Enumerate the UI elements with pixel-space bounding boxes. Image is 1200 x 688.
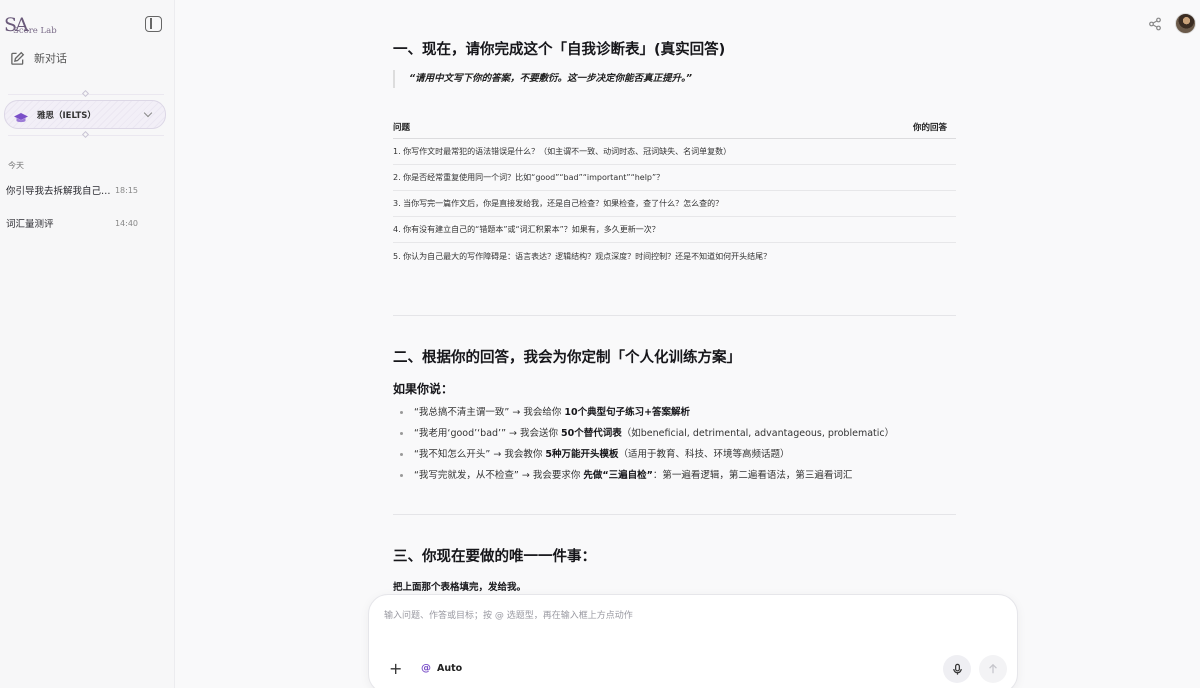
logo-text: Score Lab [13, 26, 57, 36]
table-row: 2. 你是否经常重复使用同一个词？比如“good”“bad”“important… [393, 165, 956, 191]
table-header: 问题 你的回答 [393, 115, 956, 139]
graduation-cap-icon [13, 109, 29, 122]
section-heading: 一、现在，请你完成这个「自我诊断表」(真实回答) [393, 42, 726, 58]
history-item-time: 18:15 [114, 185, 138, 195]
history-item-title: 你引导我去拆解我自己写作的问题 [6, 186, 115, 197]
arrow-up-icon [989, 663, 997, 674]
list-item-text: （适用于教育、科技、环境等高频话题） [618, 449, 790, 460]
list-item-bold: 5种万能开头模板 [545, 449, 619, 460]
share-icon[interactable] [1148, 16, 1162, 31]
microphone-button[interactable] [943, 655, 971, 683]
new-chat-button[interactable]: 新对话 [10, 50, 67, 66]
user-avatar[interactable] [1175, 13, 1196, 34]
list-item-bold: 先做“三遍自检” [583, 470, 653, 481]
list-item-bold: 10个典型句子练习+答案解析 [564, 407, 691, 418]
subject-label: 雅思（IELTS） [37, 110, 96, 121]
list-item-text: “我写完就发，从不检查” → 我会要求你 [414, 470, 584, 481]
subheading: 如果你说： [393, 382, 454, 396]
chevron-down-icon [143, 108, 153, 118]
list-item: “我老用‘good’‘bad’” → 我会送你 50个替代词表（如benefic… [393, 423, 956, 444]
history-item-time: 14:40 [114, 218, 138, 228]
history-group-today: 今天 [8, 161, 24, 170]
blockquote: “请用中文写下你的答案，不要敷衍。这一步决定你能否真正提升。” [393, 70, 956, 88]
diamond-ornament-icon [81, 89, 90, 98]
section-heading: 二、根据你的回答，我会为你定制「个人化训练方案」 [393, 350, 741, 366]
column-header-question: 问题 [393, 122, 411, 133]
score-lab-logo[interactable]: SA Score Lab [4, 14, 64, 38]
diagnosis-table: 问题 你的回答 1. 你写作文时最常犯的语法错误是什么？（如主谓不一致、动词时态… [393, 115, 956, 269]
list-item: “我写完就发，从不检查” → 我会要求你 先做“三遍自检”：第一遍看逻辑，第二遍… [393, 465, 956, 486]
history-item[interactable]: 你引导我去拆解我自己写作的问题 18:15 [6, 180, 166, 200]
edit-icon [10, 51, 25, 66]
list-item-bold: 50个替代词表 [561, 428, 622, 439]
table-row: 1. 你写作文时最常犯的语法错误是什么？（如主谓不一致、动词时态、冠词缺失、名词… [393, 139, 956, 165]
sidebar-toggle-icon[interactable] [145, 16, 162, 32]
at-icon: @ [421, 663, 431, 674]
message-composer: + @ Auto [368, 594, 1018, 688]
microphone-icon [952, 663, 962, 675]
table-row: 3. 当你写完一篇作文后，你是直接发给我，还是自己检查？如果检查，查了什么？怎么… [393, 191, 956, 217]
list-item: “我总搞不清主谓一致” → 我会给你 10个典型句子练习+答案解析 [393, 402, 956, 423]
list-item-text: ：第一遍看逻辑，第二遍看语法，第三遍看词汇 [652, 470, 853, 481]
subject-select[interactable]: 雅思（IELTS） [4, 100, 166, 129]
list-item-text: （如beneficial, detrimental, advantageous,… [621, 428, 895, 439]
table-row: 5. 你认为自己最大的写作障碍是：语言表达？逻辑结构？观点深度？时间控制？还是不… [393, 251, 772, 261]
horizontal-rule [393, 315, 956, 316]
mode-selector-button[interactable]: @ Auto [421, 663, 462, 674]
send-button[interactable] [979, 655, 1007, 683]
list-item-text: “我不知怎么开头” → 我会教你 [414, 449, 546, 460]
bullet-list: “我总搞不清主谓一致” → 我会给你 10个典型句子练习+答案解析 “我老用‘g… [393, 402, 956, 486]
mode-label: Auto [437, 663, 463, 674]
section-heading: 三、你现在要做的唯一一件事： [393, 549, 596, 565]
add-attachment-button[interactable]: + [389, 661, 402, 677]
list-item-text: “我总搞不清主谓一致” → 我会给你 [414, 407, 565, 418]
diamond-ornament-icon [81, 130, 90, 139]
list-item-text: “我老用‘good’‘bad’” → 我会送你 [414, 428, 562, 439]
sidebar: SA Score Lab 新对话 雅思（IELTS） 今天 你引导我去拆解我自己… [0, 0, 175, 688]
history-item[interactable]: 词汇量测评 14:40 [6, 213, 166, 233]
new-chat-label: 新对话 [34, 52, 67, 65]
column-header-answer: 你的回答 [912, 122, 947, 133]
list-item: “我不知怎么开头” → 我会教你 5种万能开头模板（适用于教育、科技、环境等高频… [393, 444, 956, 465]
message-input[interactable] [384, 608, 984, 638]
final-instruction: 把上面那个表格填完，发给我。 [393, 582, 527, 593]
table-row: 4. 你有没有建立自己的“错题本”或“词汇积累本”？如果有，多久更新一次？ [393, 217, 956, 243]
horizontal-rule [393, 514, 956, 515]
history-item-title: 词汇量测评 [6, 219, 54, 230]
